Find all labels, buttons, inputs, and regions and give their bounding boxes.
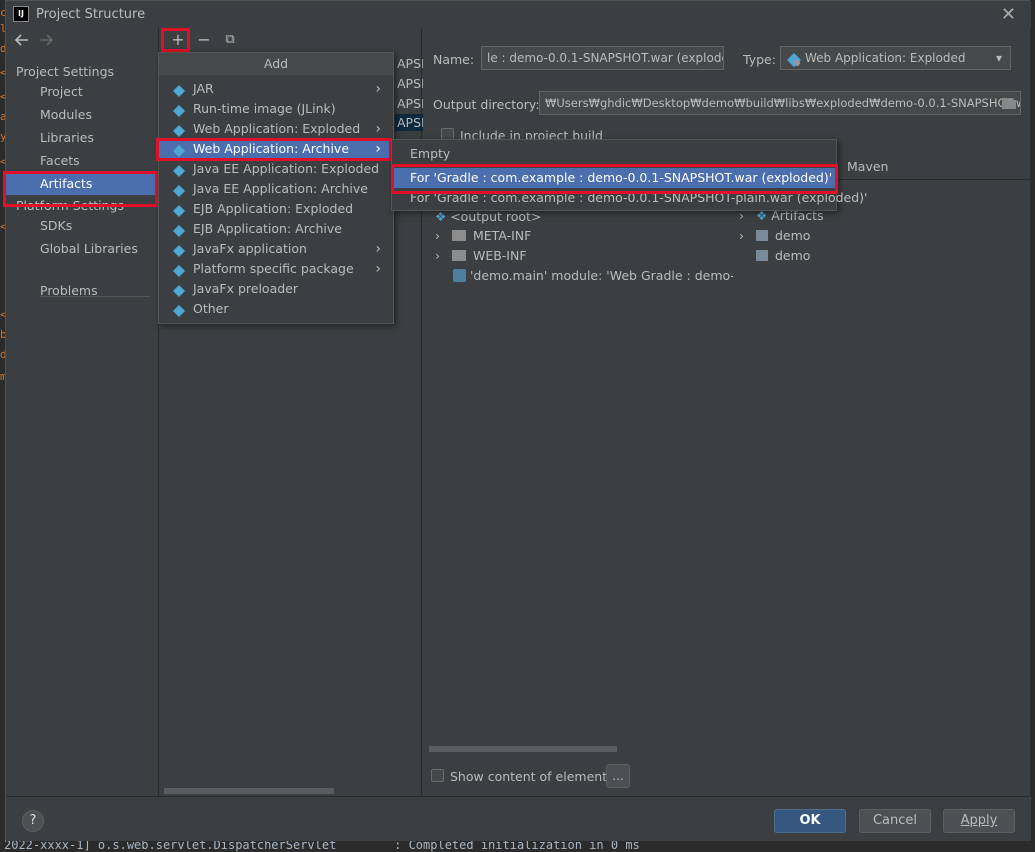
- artifact-type-icon: [173, 303, 185, 317]
- artifact-type-icon: [173, 183, 185, 197]
- arrow-left-icon[interactable]: [14, 32, 30, 52]
- output-root-icon: ❖: [435, 209, 447, 224]
- window-title: Project Structure: [36, 7, 146, 22]
- horizontal-scrollbar[interactable]: [429, 746, 617, 752]
- name-field[interactable]: le : demo-0.0.1-SNAPSHOT.war (exploded): [481, 46, 724, 70]
- sidebar-item-global-libraries[interactable]: Global Libraries: [6, 238, 158, 260]
- tree-item-demo[interactable]: demo: [756, 248, 810, 263]
- tree-item-demo[interactable]: › demo: [739, 228, 810, 243]
- artifact-type-icon: [173, 243, 185, 257]
- sidebar-item-libraries[interactable]: Libraries: [6, 127, 158, 149]
- chevron-right-icon: ›: [435, 228, 440, 243]
- name-label: Name:: [433, 52, 475, 67]
- add-menu-item-label: Run-time image (JLink): [193, 101, 336, 116]
- close-icon[interactable]: ✕: [1001, 4, 1016, 25]
- folder-icon: [451, 230, 466, 241]
- copy-button[interactable]: ⧉: [220, 30, 240, 50]
- horizontal-scrollbar[interactable]: [164, 788, 334, 794]
- archive-item-highlight-box: [156, 138, 392, 161]
- artifact-type-icon: [173, 163, 185, 177]
- apply-button[interactable]: Apply: [943, 809, 1015, 833]
- artifact-type-icon: [173, 283, 185, 297]
- add-menu-item-label: Other: [193, 301, 229, 316]
- sidebar-item-modules[interactable]: Modules: [6, 104, 158, 126]
- submenu-item-empty[interactable]: Empty: [392, 144, 836, 164]
- artifact-type-icon: [173, 263, 185, 277]
- sidebar-item-facets[interactable]: Facets: [6, 150, 158, 172]
- add-menu-title: Add: [159, 53, 393, 75]
- add-menu-item-label: Platform specific package: [193, 261, 354, 276]
- add-menu-item-label: EJB Application: Archive: [193, 221, 342, 236]
- add-button-highlight-box: [161, 28, 190, 52]
- folder-icon: [451, 250, 466, 261]
- chevron-right-icon: ›: [375, 261, 381, 277]
- folder-browse-icon[interactable]: [1001, 96, 1017, 113]
- type-label: Type:: [743, 52, 776, 67]
- output-directory-label: Output directory:: [433, 97, 540, 112]
- add-menu-item[interactable]: JavaFx application ›: [159, 239, 393, 259]
- arrow-right-icon[interactable]: [38, 32, 54, 52]
- add-artifact-menu: Add JAR › Run-time image (JLink) Web Applic…: [158, 52, 394, 324]
- add-menu-item[interactable]: Platform specific package ›: [159, 259, 393, 279]
- sidebar-item-project[interactable]: Project: [6, 81, 158, 103]
- module-icon: [756, 250, 768, 261]
- add-menu-item[interactable]: Web Application: Exploded ›: [159, 119, 393, 139]
- add-menu-item-label: JavaFx preloader: [193, 281, 298, 296]
- add-menu-item-label: Java EE Application: Archive: [193, 181, 368, 196]
- title-bar: IJ Project Structure ✕: [6, 1, 1031, 28]
- type-select-value: Web Application: Exploded: [805, 51, 966, 65]
- web-app-exploded-icon: [787, 52, 801, 69]
- artifacts-highlight-box: [3, 171, 158, 207]
- chevron-right-icon: ›: [375, 81, 381, 97]
- tree-item-web-inf[interactable]: › WEB-INF: [435, 248, 527, 263]
- submenu-item-highlight-box: [391, 164, 838, 194]
- sidebar-item-sdks[interactable]: SDKs: [6, 215, 158, 237]
- add-menu-item[interactable]: JAR ›: [159, 79, 393, 99]
- web-module-icon: [453, 269, 466, 282]
- tab-maven[interactable]: Maven: [847, 159, 888, 174]
- add-menu-item[interactable]: EJB Application: Archive: [159, 219, 393, 239]
- ok-button[interactable]: OK: [774, 809, 846, 833]
- add-menu-item[interactable]: Run-time image (JLink): [159, 99, 393, 119]
- add-menu-item[interactable]: EJB Application: Exploded: [159, 199, 393, 219]
- chevron-right-icon: ›: [739, 228, 744, 243]
- show-content-label: Show content of elements: [450, 769, 614, 784]
- add-menu-item[interactable]: JavaFx preloader: [159, 279, 393, 299]
- show-content-options-button[interactable]: ...: [606, 764, 630, 788]
- tree-item-web-module[interactable]: 'demo.main' module: 'Web Gradle : demo-0…: [453, 268, 733, 283]
- artifact-type-icon: [173, 83, 185, 97]
- tree-item-meta-inf[interactable]: › META-INF: [435, 228, 531, 243]
- project-settings-header: Project Settings: [16, 64, 115, 79]
- chevron-right-icon: ›: [375, 241, 381, 257]
- chevron-right-icon: ›: [435, 248, 440, 263]
- add-menu-item-label: Web Application: Exploded: [193, 121, 361, 136]
- add-menu-item-label: EJB Application: Exploded: [193, 201, 354, 216]
- artifact-type-icon: [173, 203, 185, 217]
- add-menu-item[interactable]: Java EE Application: Exploded: [159, 159, 393, 179]
- add-menu-item-label: JAR: [193, 81, 214, 96]
- type-select[interactable]: Web Application: Exploded ▾: [780, 46, 1011, 70]
- output-directory-field[interactable]: ₩Users₩ghdic₩Desktop₩demo₩build₩libs₩exp…: [539, 91, 1021, 115]
- show-content-checkbox[interactable]: [431, 769, 444, 782]
- chevron-right-icon: ›: [375, 121, 381, 137]
- sidebar-item-problems[interactable]: Problems: [6, 280, 158, 302]
- artifact-type-icon: [173, 223, 185, 237]
- help-button[interactable]: ?: [22, 810, 44, 832]
- artifact-type-icon: [173, 103, 185, 117]
- add-menu-item-label: JavaFx application: [193, 241, 307, 256]
- add-menu-item-label: Java EE Application: Exploded: [193, 161, 380, 176]
- add-menu-item[interactable]: Other: [159, 299, 393, 319]
- tree-item-output-root[interactable]: ❖ <output root>: [435, 209, 541, 224]
- cancel-button[interactable]: Cancel: [859, 809, 931, 833]
- intellij-logo-icon: IJ: [13, 6, 29, 22]
- sidebar: Project Settings Project Modules Librari…: [6, 28, 159, 796]
- remove-button[interactable]: −: [194, 30, 214, 50]
- chevron-down-icon: ▾: [995, 51, 1002, 65]
- dialog-button-bar: ? OK Cancel Apply: [6, 796, 1031, 841]
- artifact-type-icon: [173, 123, 185, 137]
- add-menu-item[interactable]: Java EE Application: Archive: [159, 179, 393, 199]
- module-icon: [755, 230, 768, 241]
